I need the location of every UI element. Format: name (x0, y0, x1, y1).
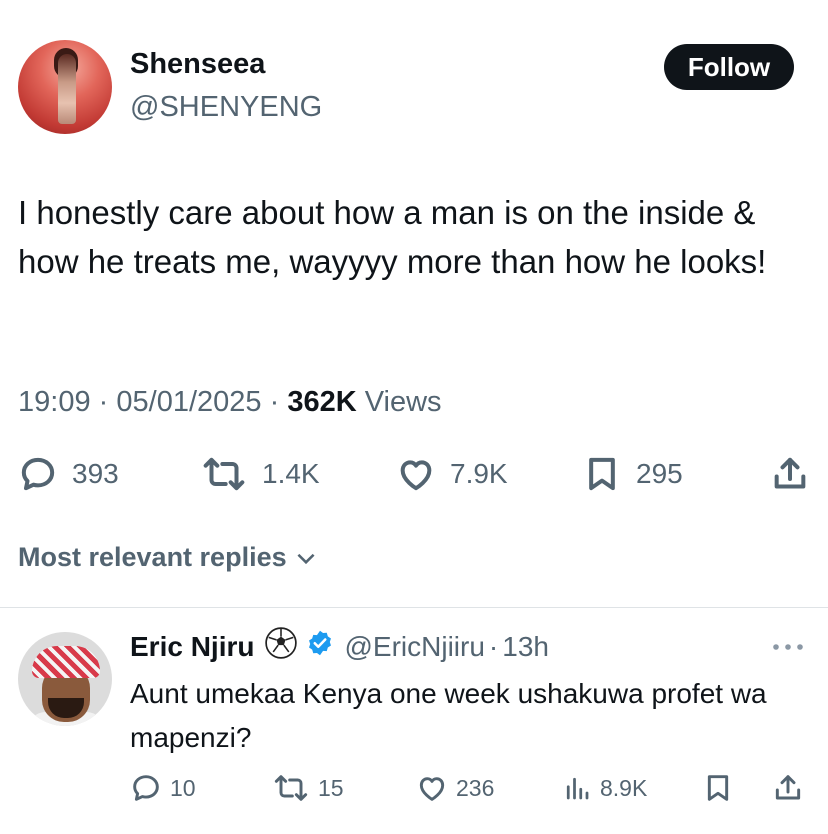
meta-separator: · (98, 386, 109, 418)
author-handle[interactable]: @SHENYENG (130, 91, 322, 124)
bookmark-icon (707, 775, 729, 801)
reply-repost-button[interactable]: 15 (272, 772, 344, 804)
verified-badge-icon (306, 629, 334, 664)
replies-sort-dropdown[interactable]: Most relevant replies (18, 542, 319, 573)
reply-views-count: 8.9K (600, 774, 648, 801)
reply-reply-count: 10 (170, 774, 196, 801)
reply-like-count: 236 (456, 774, 495, 801)
avatar-headwear (32, 646, 100, 678)
divider (0, 607, 828, 608)
tweet-time: 19:09 (18, 386, 91, 418)
like-count: 7.9K (450, 458, 508, 489)
tweet-date: 05/01/2025 (116, 386, 262, 418)
reply-avatar[interactable] (18, 632, 112, 726)
meta-separator: · (269, 386, 280, 418)
more-options-icon[interactable] (770, 640, 806, 659)
reply-icon (21, 457, 55, 491)
author-name[interactable]: Shenseea (130, 48, 265, 81)
tweet-text: I honestly care about how a man is on th… (18, 194, 767, 280)
reply-author-handle[interactable]: @EricNjiiru (344, 631, 484, 663)
reply-like-button[interactable]: 236 (416, 772, 494, 804)
share-icon (775, 775, 801, 800)
share-icon (774, 457, 806, 489)
repost-button[interactable]: 1.4K (200, 454, 320, 494)
reply-repost-count: 15 (318, 774, 344, 801)
soccer-ball-icon (264, 626, 298, 667)
reply-icon (133, 775, 159, 801)
reply-header: Eric Njiru @EricNjiiru · 13h (130, 626, 549, 667)
reply-text: Aunt umekaa Kenya one week ushakuwa prof… (130, 678, 767, 753)
bookmark-button[interactable]: 295 (582, 454, 683, 494)
chevron-down-icon (297, 553, 315, 564)
views-count: 362K (287, 386, 357, 418)
reply-share-button[interactable] (772, 772, 804, 804)
heart-icon (400, 460, 432, 491)
bookmark-count: 295 (636, 458, 683, 489)
reply-bookmark-button[interactable] (702, 772, 734, 804)
replies-sort-label: Most relevant replies (18, 542, 287, 572)
views-label: Views (364, 386, 442, 418)
share-button[interactable] (770, 454, 810, 494)
reply-separator: · (488, 630, 499, 662)
bookmark-icon (589, 457, 615, 491)
repost-count: 1.4K (262, 458, 320, 489)
follow-button[interactable]: Follow (664, 44, 794, 90)
repost-icon (203, 457, 245, 491)
author-avatar[interactable] (18, 40, 112, 134)
heart-icon (419, 777, 445, 801)
tweet-meta: 19:09 · 05/01/2025 · 362K Views (18, 386, 442, 419)
reply-views-button[interactable]: 8.9K (562, 772, 647, 804)
repost-icon (274, 775, 308, 801)
like-button[interactable]: 7.9K (396, 454, 508, 494)
reply-button[interactable]: 393 (18, 454, 119, 494)
analytics-icon (566, 777, 589, 800)
reply-count: 393 (72, 458, 119, 489)
reply-author-name[interactable]: Eric Njiru (130, 631, 254, 663)
avatar-figure (58, 54, 76, 124)
reply-time: 13h (502, 630, 549, 662)
reply-reply-button[interactable]: 10 (130, 772, 196, 804)
